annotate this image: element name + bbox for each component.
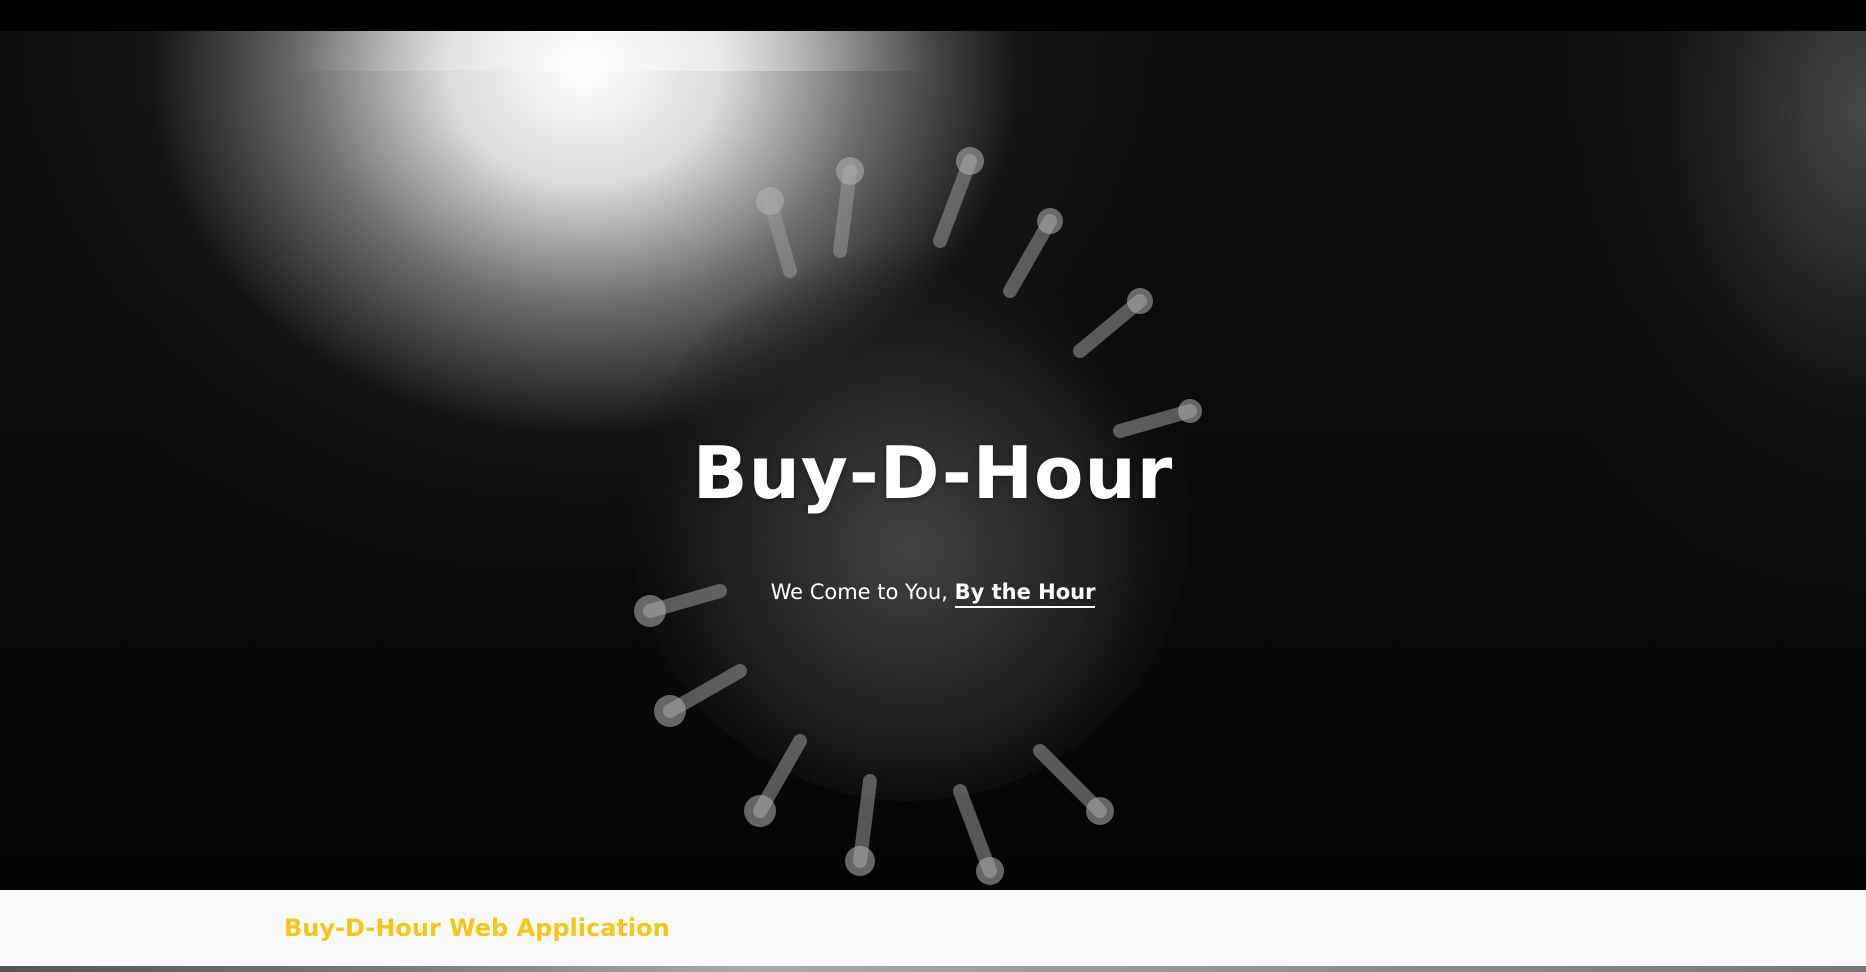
section-title: Buy-D-Hour Web Application xyxy=(284,914,670,942)
hero-title: Buy-D-Hour xyxy=(692,431,1174,515)
by-the-hour-link[interactable]: By the Hour xyxy=(954,580,1096,608)
hero-subtitle: We Come to You, By the Hour xyxy=(0,580,1866,608)
intro-section: Buy-D-Hour Web Application xyxy=(0,890,1866,972)
hero-banner: Buy-D-Hour We Come to You, By the Hour xyxy=(0,31,1866,890)
hero-content: Buy-D-Hour We Come to You, By the Hour xyxy=(0,31,1866,890)
top-bar xyxy=(0,0,1866,31)
hero-subtitle-text: We Come to You, xyxy=(770,580,948,604)
next-section-edge xyxy=(0,966,1866,972)
